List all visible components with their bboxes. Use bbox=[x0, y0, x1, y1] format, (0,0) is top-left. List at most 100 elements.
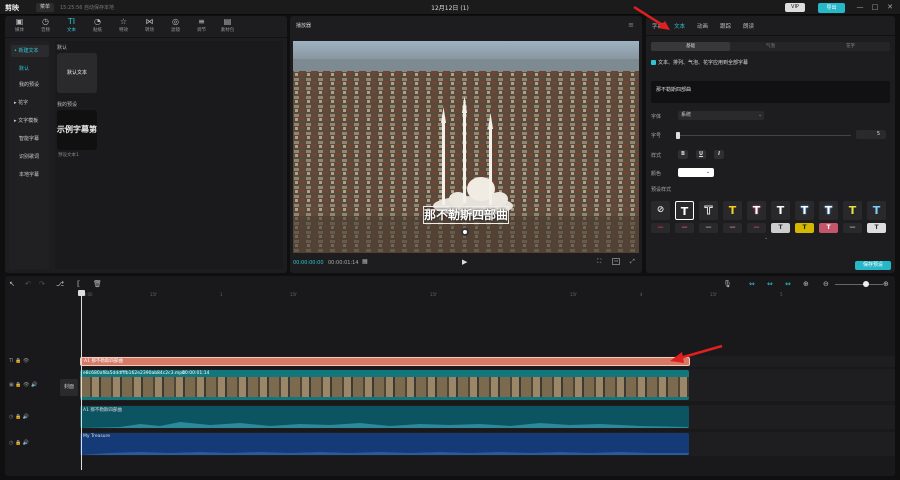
magnet-icon[interactable]: ⇔ bbox=[767, 280, 773, 288]
apply-all-checkbox[interactable]: 文本、排列、气泡、花字应用到全部字幕 bbox=[651, 59, 748, 66]
preset-none-icon[interactable]: ⊘ bbox=[651, 201, 670, 220]
grid-icon[interactable]: ▦ bbox=[362, 258, 368, 265]
playhead[interactable] bbox=[81, 290, 82, 470]
tab-adjust[interactable]: ≡ 调节 bbox=[189, 17, 214, 37]
tab-transition[interactable]: ⋈ 转场 bbox=[137, 17, 162, 37]
align-icon[interactable]: ⊕ bbox=[803, 280, 809, 288]
nav-my-presets[interactable]: 我的预设 bbox=[11, 79, 49, 91]
subtitle-overlay[interactable]: 那不勒斯四部曲 bbox=[423, 206, 509, 224]
tab-text-props[interactable]: 文本 bbox=[674, 22, 685, 30]
chevron-down-icon[interactable]: ⌄ bbox=[764, 235, 768, 241]
font-select[interactable]: 系统 bbox=[678, 111, 764, 120]
preset-style[interactable]: T bbox=[747, 201, 766, 220]
zoom-out-icon[interactable]: ⊖ bbox=[823, 280, 829, 288]
preset-card[interactable]: 示例字幕第一 bbox=[57, 110, 97, 150]
default-text-card[interactable]: 默认文本 bbox=[57, 53, 97, 93]
bold-button[interactable]: B bbox=[678, 150, 688, 159]
cover-button[interactable]: 封面 bbox=[60, 379, 78, 396]
preset-style[interactable]: T bbox=[795, 223, 814, 233]
title-bar: 剪映 菜单 15:25:56 自动保存本地 12月12日 (1) VIP 导出 … bbox=[0, 0, 900, 15]
microphone-icon[interactable]: 🎙 bbox=[723, 280, 732, 288]
nav-default[interactable]: 默认 bbox=[11, 63, 49, 75]
subtab-basic[interactable]: 基础 bbox=[651, 42, 730, 51]
preset-style[interactable]: T bbox=[867, 201, 886, 220]
chevron-down-icon[interactable]: ⌄ bbox=[706, 168, 710, 177]
text-clip[interactable]: A1 那不勒斯四部曲 bbox=[80, 357, 690, 366]
tab-read-aloud[interactable]: 朗读 bbox=[743, 22, 754, 30]
preset-style[interactable]: T bbox=[723, 201, 742, 220]
fullscreen-icon[interactable]: ⤢ bbox=[630, 258, 635, 266]
video-clip[interactable]: e8c680af8a5dddfffb162e2390ab84c2c3.mp4 0… bbox=[80, 370, 689, 400]
aspect-ratio-button[interactable]: ▭ bbox=[612, 258, 621, 265]
underline-button[interactable]: U bbox=[696, 150, 706, 159]
redo-icon[interactable]: ↷ bbox=[39, 280, 45, 288]
tab-filter[interactable]: ◎ 滤镜 bbox=[163, 17, 188, 37]
preset-style[interactable]: — bbox=[747, 223, 766, 233]
tab-material-pack[interactable]: ▤ 素材包 bbox=[215, 17, 240, 37]
preset-style[interactable]: T bbox=[699, 201, 718, 220]
undo-icon[interactable]: ↶ bbox=[25, 280, 31, 288]
nav-auto-captions[interactable]: 智能字幕 bbox=[11, 133, 49, 145]
nav-new-text[interactable]: • 新建文本 bbox=[11, 45, 49, 57]
nav-lyrics[interactable]: 识别歌词 bbox=[11, 151, 49, 163]
timeline-ruler[interactable]: 00:00 15f 1 15f 15f 15f 4 15f 5 bbox=[80, 292, 895, 302]
preset-style[interactable]: T bbox=[675, 201, 694, 220]
preset-style[interactable]: — bbox=[699, 223, 718, 233]
tab-effects[interactable]: ☆ 特效 bbox=[111, 17, 136, 37]
zoom-slider-handle[interactable] bbox=[863, 281, 869, 287]
music-audio-clip[interactable]: My Treasure bbox=[80, 433, 689, 455]
font-size-slider[interactable] bbox=[678, 135, 851, 136]
font-size-value[interactable]: 5 bbox=[856, 130, 886, 139]
save-preset-button[interactable]: 保存预设 bbox=[855, 261, 891, 270]
zoom-slider[interactable] bbox=[835, 284, 883, 285]
select-tool-icon[interactable]: ↖ bbox=[9, 280, 15, 288]
preset-style[interactable]: T bbox=[819, 223, 838, 233]
video-preview[interactable]: 那不勒斯四部曲 bbox=[293, 41, 639, 253]
delete-icon[interactable]: 🗑 bbox=[93, 280, 102, 288]
minimize-icon[interactable]: — bbox=[855, 3, 865, 11]
slider-handle[interactable] bbox=[676, 132, 680, 139]
preset-style[interactable]: — bbox=[843, 223, 862, 233]
vip-badge[interactable]: VIP bbox=[785, 3, 805, 12]
italic-button[interactable]: I bbox=[714, 150, 724, 159]
tab-tracking[interactable]: 跟踪 bbox=[720, 22, 731, 30]
tab-animation[interactable]: 动画 bbox=[697, 22, 708, 30]
preview-axis-icon[interactable]: ⇔ bbox=[785, 280, 791, 288]
tab-text[interactable]: TI 文本 bbox=[59, 17, 84, 37]
maximize-icon[interactable]: □ bbox=[870, 3, 880, 11]
screenshot-icon[interactable]: ⛶ bbox=[597, 258, 601, 266]
text-content-input[interactable]: 那不勒斯四部曲 bbox=[651, 81, 890, 103]
preset-style[interactable]: T bbox=[843, 201, 862, 220]
menu-button[interactable]: 菜单 bbox=[36, 3, 55, 12]
export-button[interactable]: 导出 bbox=[818, 3, 845, 13]
preset-style[interactable]: — bbox=[723, 223, 742, 233]
preset-style[interactable]: — bbox=[675, 223, 694, 233]
tab-audio[interactable]: ◷ 音频 bbox=[33, 17, 58, 37]
text-track-controls[interactable]: TI 🔒 👁 bbox=[9, 358, 29, 364]
preset-style[interactable]: T bbox=[819, 201, 838, 220]
tab-sticker[interactable]: ◔ 贴纸 bbox=[85, 17, 110, 37]
audio-track-controls[interactable]: ◷ 🔒 🔊 bbox=[9, 414, 29, 420]
nav-fancy-text[interactable]: ▸ 花字 bbox=[11, 97, 49, 109]
close-icon[interactable]: ✕ bbox=[885, 3, 895, 11]
zoom-in-icon[interactable]: ⊕ bbox=[883, 280, 889, 288]
nav-text-templates[interactable]: ▸ 文字模板 bbox=[11, 115, 49, 127]
subtab-bubble[interactable]: 气泡 bbox=[731, 42, 810, 51]
play-icon[interactable]: ▶ bbox=[462, 258, 467, 266]
preset-style[interactable]: — bbox=[651, 223, 670, 233]
link-icon[interactable]: ⇔ bbox=[749, 280, 755, 288]
rotate-handle[interactable] bbox=[461, 228, 469, 236]
preset-style[interactable]: T bbox=[771, 201, 790, 220]
voice-audio-clip[interactable]: A1 那不勒斯四部曲 bbox=[80, 406, 689, 428]
audio-icon: ◷ bbox=[42, 17, 49, 26]
subtab-fancy[interactable]: 花字 bbox=[811, 42, 890, 51]
music-track-controls[interactable]: ◷ 🔒 🔊 bbox=[9, 440, 29, 446]
split-icon[interactable]: ⎇ bbox=[56, 280, 64, 288]
preset-style[interactable]: T bbox=[771, 223, 790, 233]
video-track-controls[interactable]: ▣ 🔒 👁 🔊 bbox=[9, 382, 37, 388]
tab-media[interactable]: ▣ 媒体 bbox=[7, 17, 32, 37]
preset-style[interactable]: T bbox=[867, 223, 886, 233]
nav-local-captions[interactable]: 本地字幕 bbox=[11, 169, 49, 181]
split-left-icon[interactable]: ⟦ bbox=[77, 280, 80, 288]
preset-style[interactable]: T bbox=[795, 201, 814, 220]
